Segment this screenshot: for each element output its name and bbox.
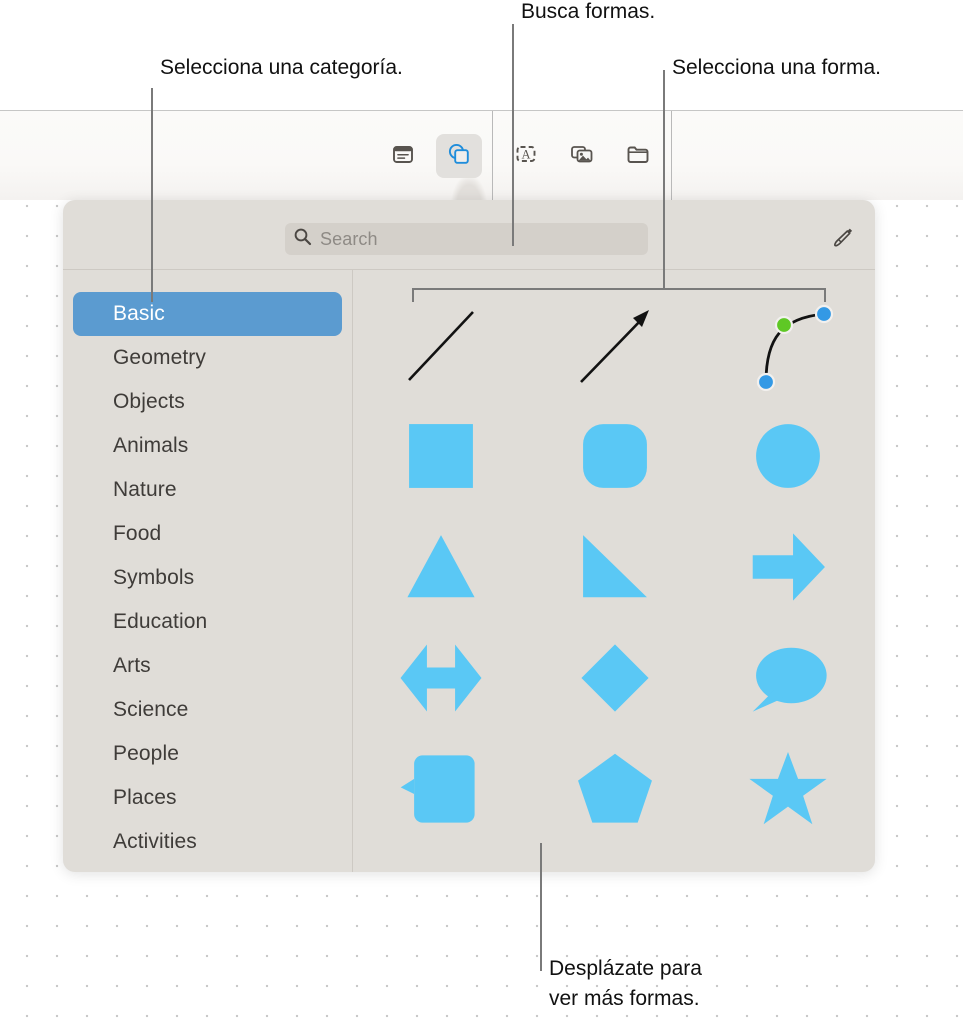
sidebar-item-people[interactable]: People (73, 732, 342, 776)
sidebar-item-places[interactable]: Places (73, 776, 342, 820)
triangle-shape (407, 534, 475, 597)
popover-pointer (451, 175, 487, 201)
callout-category: Selecciona una categoría. (160, 56, 403, 79)
shape-cell-rounded-square[interactable] (528, 400, 702, 511)
category-label: Science (113, 698, 189, 721)
shape-row (354, 733, 875, 844)
shape-row-bracket (412, 288, 826, 302)
curve-handle-end[interactable] (815, 304, 834, 324)
shape-cell-triangle[interactable] (354, 511, 528, 622)
star-shape (749, 751, 827, 824)
sidebar-item-objects[interactable]: Objects (73, 380, 342, 424)
shape-cell-right-triangle[interactable] (528, 511, 702, 622)
category-label: Nature (113, 478, 177, 501)
shapes-icon (446, 141, 472, 172)
bezier-curve-shape (757, 304, 834, 392)
shape-cell-pentagon[interactable] (528, 733, 702, 844)
popover-header: Search (63, 200, 875, 270)
toolbar-divider-1 (491, 111, 493, 201)
category-label: Symbols (113, 566, 195, 589)
toolbar-button-text-box[interactable]: A (503, 134, 549, 178)
rect-callout-shape (400, 754, 475, 823)
table-icon (391, 142, 415, 171)
sidebar-item-arts[interactable]: Arts (73, 644, 342, 688)
curve-handle-control[interactable] (775, 315, 794, 335)
callout-shape: Selecciona una forma. (672, 56, 881, 79)
callout-scroll-line2: ver más formas. (549, 987, 700, 1010)
search-icon (293, 227, 312, 251)
leader-line-search (512, 24, 514, 246)
shape-cell-rect-callout[interactable] (354, 733, 528, 844)
category-label: Places (113, 786, 177, 809)
shape-cell-star[interactable] (701, 733, 875, 844)
category-label: Animals (113, 434, 189, 457)
sidebar-item-basic[interactable]: Basic (73, 292, 342, 336)
category-label: Basic (113, 302, 165, 325)
right-arrow-shape (752, 532, 826, 601)
media-icon (569, 142, 595, 171)
draw-pen-button[interactable] (826, 222, 860, 256)
arrow-line-shape (579, 310, 649, 383)
shape-row (354, 400, 875, 511)
sidebar-item-education[interactable]: Education (73, 600, 342, 644)
right-triangle-shape (582, 534, 647, 597)
sidebar-item-symbols[interactable]: Symbols (73, 556, 342, 600)
search-placeholder: Search (320, 228, 378, 249)
circle-shape (756, 423, 821, 488)
category-label: Activities (113, 830, 197, 853)
category-label: People (113, 742, 179, 765)
callout-scroll-line1: Desplázate para (549, 957, 702, 980)
leader-line-shape (663, 70, 665, 290)
shape-cell-square[interactable] (354, 400, 528, 511)
shape-cell-curve[interactable] (701, 288, 875, 400)
sidebar-item-activities[interactable]: Activities (73, 820, 342, 864)
toolbar-divider-2 (670, 111, 672, 201)
shape-cell-diamond[interactable] (528, 622, 702, 733)
svg-text:A: A (521, 147, 530, 161)
sidebar-item-animals[interactable]: Animals (73, 424, 342, 468)
leader-line-scroll (540, 843, 542, 971)
pentagon-shape (577, 753, 652, 823)
leader-line-category (151, 88, 153, 302)
shape-row (354, 511, 875, 622)
category-label: Food (113, 522, 162, 545)
curve-handle-start[interactable] (757, 372, 776, 392)
speech-bubble-shape (752, 647, 827, 712)
double-arrow-shape (400, 644, 482, 711)
pen-icon (830, 224, 856, 255)
category-label: Education (113, 610, 208, 633)
sidebar-item-science[interactable]: Science (73, 688, 342, 732)
toolbar-button-folder[interactable] (615, 134, 661, 178)
shape-cell-speech-bubble[interactable] (701, 622, 875, 733)
square-shape (408, 423, 473, 488)
shape-cell-right-arrow[interactable] (701, 511, 875, 622)
shape-cell-double-arrow[interactable] (354, 622, 528, 733)
diamond-shape (580, 643, 649, 712)
shape-cell-circle[interactable] (701, 400, 875, 511)
category-label: Arts (113, 654, 151, 677)
shape-cell-line[interactable] (354, 288, 528, 400)
sidebar-item-nature[interactable]: Nature (73, 468, 342, 512)
line-shape (407, 311, 474, 381)
shape-cell-arrow-line[interactable] (528, 288, 702, 400)
folder-icon (625, 142, 651, 171)
text-box-icon: A (513, 142, 539, 171)
category-sidebar: Basic Geometry Objects Animals Nature Fo… (63, 270, 353, 872)
shape-grid (354, 270, 875, 872)
rounded-square-shape (582, 423, 647, 488)
category-label: Geometry (113, 346, 206, 369)
shape-row (354, 622, 875, 733)
toolbar-button-media[interactable] (559, 134, 605, 178)
sidebar-item-food[interactable]: Food (73, 512, 342, 556)
toolbar-button-table[interactable] (380, 134, 426, 178)
callout-search: Busca formas. (521, 0, 656, 23)
toolbar-button-shapes[interactable] (435, 134, 482, 178)
category-label: Objects (113, 390, 185, 413)
search-input[interactable]: Search (285, 223, 648, 255)
sidebar-item-geometry[interactable]: Geometry (73, 336, 342, 380)
